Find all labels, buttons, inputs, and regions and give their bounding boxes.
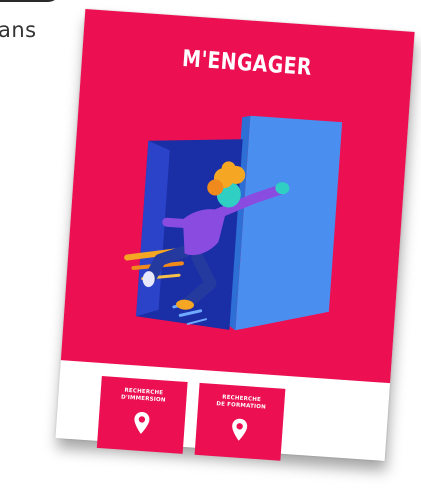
top-corner-shape (0, 0, 60, 2)
poster-title: M'ENGAGER (181, 45, 313, 81)
figure-arm (162, 217, 192, 229)
side-text-fragment: ans (0, 18, 37, 42)
screenshot-stage: ans M'ENGAGER RECHERCHE D'IMMERSION RECH… (0, 0, 421, 496)
formation-search-tile[interactable]: RECHERCHE DE FORMATION (194, 382, 286, 461)
poster-panel: M'ENGAGER (60, 9, 415, 384)
immersion-search-tile[interactable]: RECHERCHE D'IMMERSION (96, 376, 188, 454)
door-panel (235, 110, 343, 331)
location-pin-icon (134, 411, 150, 434)
formation-search-label: RECHERCHE DE FORMATION (216, 394, 267, 411)
immersion-search-label: RECHERCHE D'IMMERSION (120, 387, 166, 404)
location-pin-icon (232, 418, 248, 441)
door-illustration (124, 110, 343, 331)
brochure-card: M'ENGAGER RECHERCHE D'IMMERSION RECHERCH… (55, 9, 415, 461)
